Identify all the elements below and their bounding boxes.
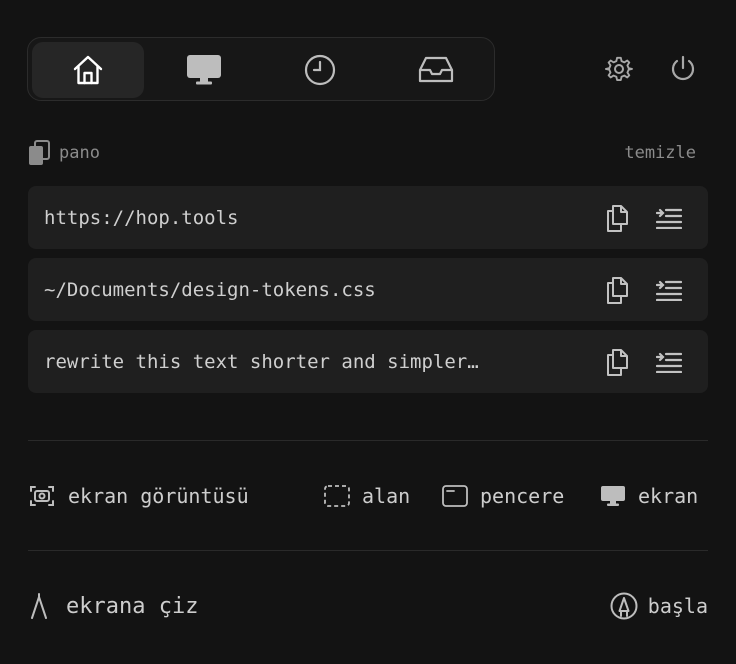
copy-button[interactable] (602, 203, 632, 233)
inbox-icon (418, 56, 454, 84)
paste-into-button[interactable] (654, 275, 684, 305)
gear-icon (605, 55, 633, 83)
screenshot-section: ekran görüntüsü alan pencere ekran (30, 478, 708, 514)
clipboard-header: pano temizle (28, 138, 696, 168)
compass-pen-icon (30, 593, 48, 619)
draw-label: ekrana çiz (66, 593, 199, 619)
draw-start-label: başla (647, 594, 708, 618)
power-icon (669, 55, 697, 83)
screenshot-area-label: alan (362, 484, 411, 508)
copy-icon (605, 204, 629, 232)
clipboard-item[interactable]: https://hop.tools (28, 186, 708, 249)
area-select-icon (324, 485, 350, 507)
screenshot-window-button[interactable]: pencere (442, 484, 564, 508)
clipboard-icon (28, 140, 50, 166)
main-tab-bar (27, 37, 495, 101)
copy-icon (605, 348, 629, 376)
screenshot-label: ekran görüntüsü (68, 484, 249, 508)
clipboard-item-text: ~/Documents/design-tokens.css (44, 278, 376, 301)
copy-button[interactable] (602, 275, 632, 305)
window-icon (442, 485, 468, 507)
screenshot-screen-label: ekran (638, 484, 699, 508)
tab-home[interactable] (32, 42, 144, 98)
clipboard-item[interactable]: ~/Documents/design-tokens.css (28, 258, 708, 321)
draw-start-button[interactable]: başla (610, 588, 708, 624)
home-icon (71, 53, 105, 87)
screenshot-area-button[interactable]: alan (324, 484, 410, 508)
paste-into-button[interactable] (654, 203, 684, 233)
tab-history[interactable] (264, 42, 376, 98)
power-button[interactable] (667, 53, 699, 85)
clipboard-item-text: https://hop.tools (44, 206, 239, 229)
draw-title-group: ekrana çiz (30, 588, 198, 624)
insert-lines-icon (656, 351, 682, 373)
monitor-icon (186, 54, 222, 86)
clipboard-title: pano (59, 143, 100, 163)
clipboard-title-group: pano (28, 140, 100, 166)
tab-inbox[interactable] (380, 42, 492, 98)
clear-clipboard-button[interactable]: temizle (624, 143, 696, 163)
clipboard-item-text: rewrite this text shorter and simpler… (44, 350, 479, 373)
draw-section: ekrana çiz başla (30, 588, 708, 624)
monitor-icon (600, 485, 626, 507)
clock-icon (304, 54, 336, 86)
screenshot-title-group: ekran görüntüsü (30, 484, 249, 508)
copy-button[interactable] (602, 347, 632, 377)
camera-icon (30, 485, 54, 507)
screenshot-screen-button[interactable]: ekran (600, 484, 698, 508)
copy-icon (605, 276, 629, 304)
screenshot-window-label: pencere (480, 484, 565, 508)
insert-lines-icon (656, 279, 682, 301)
paste-into-button[interactable] (654, 347, 684, 377)
settings-button[interactable] (603, 53, 635, 85)
insert-lines-icon (656, 207, 682, 229)
pen-circle-icon (610, 592, 638, 620)
tab-screens[interactable] (148, 42, 260, 98)
section-divider (28, 550, 708, 551)
section-divider (28, 440, 708, 441)
clipboard-item[interactable]: rewrite this text shorter and simpler… (28, 330, 708, 393)
